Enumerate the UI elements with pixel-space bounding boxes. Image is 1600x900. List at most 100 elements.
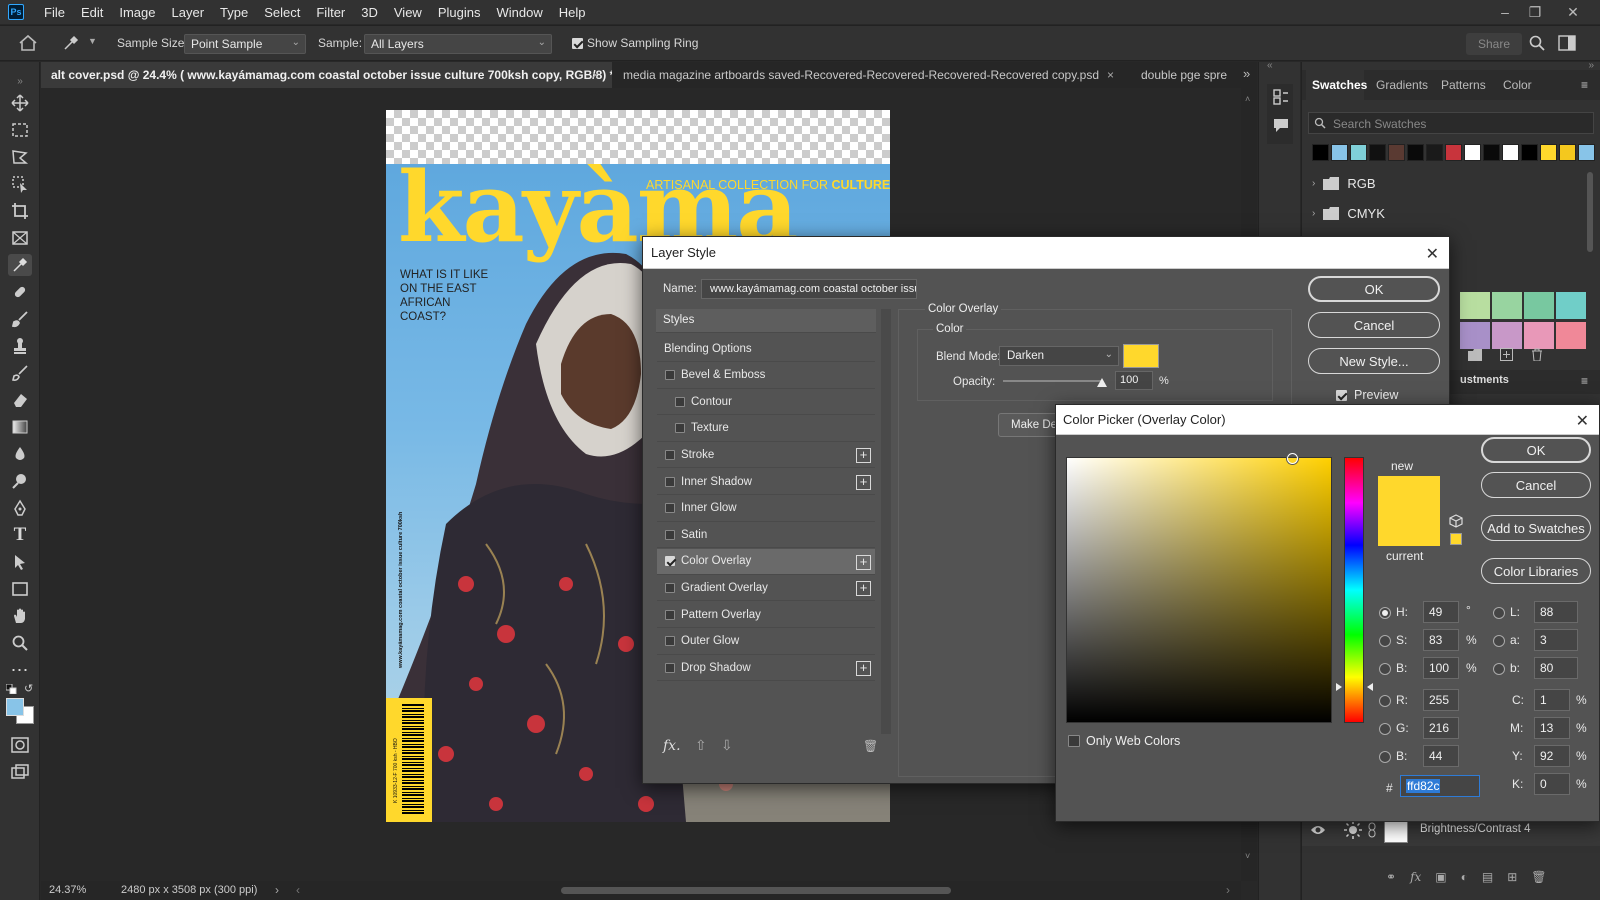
style-item-outer-glow[interactable]: Outer Glow bbox=[657, 629, 875, 655]
menu-edit[interactable]: Edit bbox=[73, 5, 111, 20]
style-item-drop-shadow[interactable]: Drop Shadow + bbox=[657, 655, 875, 682]
swatch-search-field[interactable]: Search Swatches bbox=[1308, 112, 1594, 134]
pattern-overlay-checkbox[interactable] bbox=[665, 609, 675, 620]
black-input[interactable]: 0 bbox=[1534, 773, 1570, 795]
move-tool-icon[interactable] bbox=[8, 92, 32, 114]
add-mask-icon[interactable]: ▣ bbox=[1435, 870, 1446, 884]
path-selection-icon[interactable] bbox=[8, 551, 32, 573]
foreground-color-swatch[interactable] bbox=[6, 698, 24, 716]
blue-radio[interactable] bbox=[1379, 751, 1391, 763]
style-item-pattern-overlay[interactable]: Pattern Overlay bbox=[657, 602, 875, 628]
color-field-cursor[interactable] bbox=[1287, 453, 1298, 464]
menu-filter[interactable]: Filter bbox=[308, 5, 353, 20]
gradient-overlay-checkbox[interactable] bbox=[665, 582, 675, 593]
hue-arrow-left[interactable] bbox=[1336, 682, 1342, 691]
swatch[interactable] bbox=[1559, 144, 1576, 161]
opacity-slider-track[interactable] bbox=[1003, 380, 1101, 382]
swatch[interactable] bbox=[1460, 322, 1490, 349]
horizontal-scrollbar-thumb[interactable] bbox=[561, 887, 951, 894]
healing-brush-icon[interactable] bbox=[8, 281, 32, 303]
new-swatch-icon[interactable] bbox=[1500, 348, 1513, 361]
lab-l-radio[interactable] bbox=[1493, 607, 1505, 619]
delete-effect-icon[interactable]: 🗑 bbox=[863, 739, 878, 753]
green-radio[interactable] bbox=[1379, 723, 1391, 735]
texture-checkbox[interactable] bbox=[675, 423, 685, 434]
history-brush-icon[interactable] bbox=[8, 362, 32, 384]
lab-a-radio[interactable] bbox=[1493, 635, 1505, 647]
fx-icon[interactable]: fx bbox=[1410, 870, 1421, 884]
swatch[interactable] bbox=[1388, 144, 1405, 161]
yellow-input[interactable]: 92 bbox=[1534, 745, 1570, 767]
link-layers-icon[interactable]: ⚭ bbox=[1386, 870, 1396, 884]
web-safe-swatch[interactable] bbox=[1450, 533, 1462, 545]
drop-shadow-checkbox[interactable] bbox=[665, 662, 675, 673]
tab-patterns[interactable]: Patterns bbox=[1441, 78, 1486, 92]
share-button[interactable]: Share bbox=[1466, 33, 1522, 55]
pen-tool-icon[interactable] bbox=[8, 497, 32, 519]
style-item-satin[interactable]: Satin bbox=[657, 522, 875, 549]
brightness-radio[interactable] bbox=[1379, 663, 1391, 675]
add-drop-shadow-icon[interactable]: + bbox=[856, 661, 871, 677]
style-item-contour[interactable]: Contour bbox=[657, 389, 875, 416]
swatch[interactable] bbox=[1521, 144, 1538, 161]
styles-header[interactable]: Styles bbox=[656, 309, 876, 333]
saturation-radio[interactable] bbox=[1379, 635, 1391, 647]
panel-scrollbar[interactable] bbox=[1587, 172, 1593, 252]
history-panel-icon[interactable] bbox=[1272, 88, 1290, 106]
layer-style-cancel-button[interactable]: Cancel bbox=[1308, 312, 1440, 338]
default-colors-icon[interactable] bbox=[6, 684, 18, 694]
swatch[interactable] bbox=[1502, 144, 1519, 161]
tab-alt-cover[interactable]: alt cover.psd @ 24.4% ( www.kayámamag.co… bbox=[41, 62, 612, 88]
style-item-gradient-overlay[interactable]: Gradient Overlay + bbox=[657, 575, 875, 602]
marquee-tool-icon[interactable] bbox=[8, 119, 32, 141]
eyedropper-tool-icon[interactable] bbox=[62, 34, 80, 52]
saturation-input[interactable]: 83 bbox=[1423, 629, 1459, 651]
swap-colors-icon[interactable]: ↺ bbox=[24, 682, 33, 695]
menu-plugins[interactable]: Plugins bbox=[430, 5, 489, 20]
menu-window[interactable]: Window bbox=[488, 5, 550, 20]
object-selection-tool-icon[interactable] bbox=[8, 173, 32, 195]
scroll-up-icon[interactable]: ˄ bbox=[1245, 94, 1250, 104]
menu-3d[interactable]: 3D bbox=[353, 5, 386, 20]
tab-gradients[interactable]: Gradients bbox=[1376, 78, 1428, 92]
gradient-tool-icon[interactable] bbox=[8, 416, 32, 438]
zoom-tool-icon[interactable] bbox=[8, 632, 32, 654]
blend-mode-select[interactable]: Darken ⌄ bbox=[999, 346, 1119, 366]
only-web-colors-checkbox[interactable] bbox=[1068, 735, 1080, 747]
scroll-left-icon[interactable]: ‹ bbox=[296, 883, 300, 897]
delete-swatch-icon[interactable] bbox=[1531, 348, 1543, 361]
satin-checkbox[interactable] bbox=[665, 529, 675, 540]
add-to-swatches-button[interactable]: Add to Swatches bbox=[1481, 515, 1591, 541]
magenta-input[interactable]: 13 bbox=[1534, 717, 1570, 739]
tab-adjustments[interactable]: ustments bbox=[1460, 374, 1509, 386]
swatch[interactable] bbox=[1556, 322, 1586, 349]
menu-view[interactable]: View bbox=[386, 5, 430, 20]
hue-radio[interactable] bbox=[1379, 607, 1391, 619]
color-libraries-button[interactable]: Color Libraries bbox=[1481, 558, 1591, 584]
contour-checkbox[interactable] bbox=[675, 396, 685, 407]
swatch[interactable] bbox=[1445, 144, 1462, 161]
swatch[interactable] bbox=[1492, 292, 1522, 319]
style-item-blending-options[interactable]: Blending Options bbox=[657, 336, 875, 362]
swatch-group-rgb[interactable]: › RGB bbox=[1312, 176, 1376, 191]
swatch[interactable] bbox=[1556, 292, 1586, 319]
menu-type[interactable]: Type bbox=[212, 5, 256, 20]
new-group-icon[interactable]: ▤ bbox=[1482, 870, 1493, 884]
more-tools-icon[interactable]: ⋯ bbox=[8, 659, 32, 681]
lab-l-input[interactable]: 88 bbox=[1534, 601, 1578, 623]
search-icon[interactable] bbox=[1528, 34, 1546, 52]
color-picker-cancel-button[interactable]: Cancel bbox=[1481, 472, 1591, 498]
new-layer-icon[interactable]: ⊞ bbox=[1507, 870, 1517, 884]
layer-name[interactable]: Brightness/Contrast 4 bbox=[1420, 823, 1531, 835]
more-tabs-icon[interactable]: » bbox=[1243, 66, 1250, 81]
add-stroke-icon[interactable]: + bbox=[856, 448, 871, 464]
status-menu-chevron-icon[interactable]: › bbox=[275, 883, 279, 897]
collapse-panel-icon[interactable]: « bbox=[1267, 60, 1273, 71]
swatch[interactable] bbox=[1492, 322, 1522, 349]
layer-style-ok-button[interactable]: OK bbox=[1308, 276, 1440, 302]
close-window-icon[interactable]: ✕ bbox=[1558, 0, 1588, 24]
brush-tool-icon[interactable] bbox=[8, 308, 32, 330]
add-gradient-overlay-icon[interactable]: + bbox=[856, 581, 871, 597]
stamp-tool-icon[interactable] bbox=[8, 335, 32, 357]
swatch[interactable] bbox=[1407, 144, 1424, 161]
